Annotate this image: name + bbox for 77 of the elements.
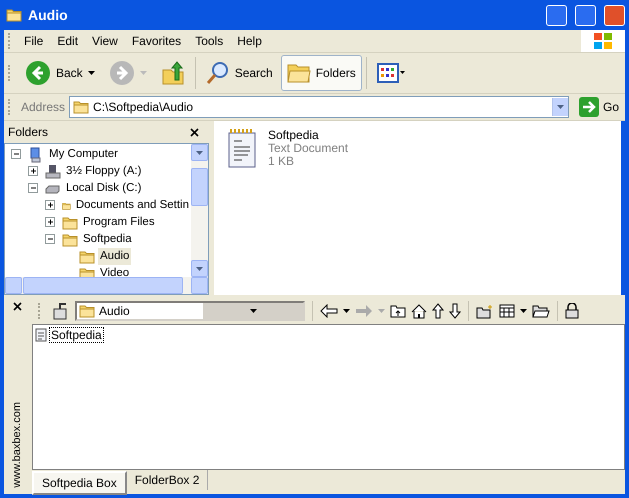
tree-item[interactable]: Softpedia [81,231,134,248]
notepad-document-icon[interactable] [226,129,258,169]
menu-item[interactable]: View [85,32,125,50]
window-title: Audio [28,7,68,23]
file-name[interactable]: Softpedia [268,129,348,142]
menu-item[interactable]: Tools [188,32,230,50]
path-combo-box[interactable]: Audio [75,301,305,321]
folder-icon [73,100,90,114]
open-folder-icon[interactable] [532,304,550,318]
minimize-button[interactable] [546,4,567,26]
search-icon [206,61,230,85]
views-grid-icon [376,63,405,83]
folder-up-icon [160,60,185,86]
parent-folder-icon[interactable] [390,304,406,318]
caret-icon [520,309,527,313]
folders-button[interactable]: Folders [280,55,362,91]
tree-item[interactable]: Documents and Settin [74,197,191,214]
folder-icon [79,304,95,318]
caret-icon [140,71,147,75]
folder-icon [79,250,95,264]
document-icon [35,328,47,342]
folders-icon [286,62,311,84]
tree-item[interactable]: 3½ Floppy (A:) [64,163,144,180]
tree-item[interactable]: Program Files [81,214,157,231]
tree-item[interactable]: Video [98,265,132,277]
new-folder-icon[interactable] [476,304,494,318]
caret-icon [196,266,203,270]
tree-item[interactable]: My Computer [47,146,120,163]
expand-toggle[interactable] [28,183,39,194]
caret-icon [196,150,203,154]
list-item[interactable]: Softpedia [49,327,104,343]
caret-icon [378,309,385,313]
close-button[interactable] [604,4,625,26]
up-arrow-icon[interactable] [432,303,444,319]
website-text: www.baxbex.com [11,402,23,488]
go-button[interactable]: Go [572,97,625,117]
folder-icon [62,232,78,246]
folder-icon [79,266,95,277]
down-arrow-icon[interactable] [449,303,461,319]
menu-item[interactable]: Help [230,32,269,50]
close-pane-button[interactable] [188,126,201,138]
floppy-drive-icon [45,164,61,180]
caret-icon [343,309,350,313]
close-pane-button[interactable] [10,300,24,313]
address-label: Address [21,100,66,114]
scrollbar-thumb[interactable] [23,277,183,294]
scroll-up-button[interactable] [191,144,208,161]
search-button[interactable]: Search [200,55,279,91]
folder-icon [62,216,78,230]
dropdown-caret-icon [556,105,564,109]
expand-toggle[interactable] [11,149,22,160]
caret-icon [88,71,95,75]
back-button[interactable]: Back [19,55,101,91]
tree-item[interactable]: Local Disk (C:) [64,180,144,197]
menu-item[interactable]: File [17,32,50,50]
grid-view-icon[interactable] [499,304,515,318]
home-icon[interactable] [411,304,427,318]
scrollbar-thumb[interactable] [191,168,208,206]
address-field[interactable]: C:\Softpedia\Audio [69,96,569,118]
pane-title: Folders [8,125,48,139]
expand-toggle[interactable] [45,200,56,211]
expand-toggle[interactable] [45,234,56,245]
dropdown-caret-icon [250,309,256,313]
scroll-down-button[interactable] [191,260,208,277]
file-size: 1 KB [268,155,296,168]
menu-item[interactable]: Edit [50,32,86,50]
window-folder-icon [6,8,22,22]
file-type: Text Document [268,142,348,155]
back-arrow-icon[interactable] [320,304,338,318]
padlock-icon[interactable] [565,303,579,319]
expand-toggle[interactable] [45,217,56,228]
expand-toggle[interactable] [28,166,39,177]
menu-item[interactable]: Favorites [124,32,188,50]
tree-item[interactable]: Audio [98,248,132,265]
maximize-button[interactable] [575,4,596,26]
windows-flag-icon [593,32,613,50]
tab[interactable]: Softpedia Box [32,471,127,495]
